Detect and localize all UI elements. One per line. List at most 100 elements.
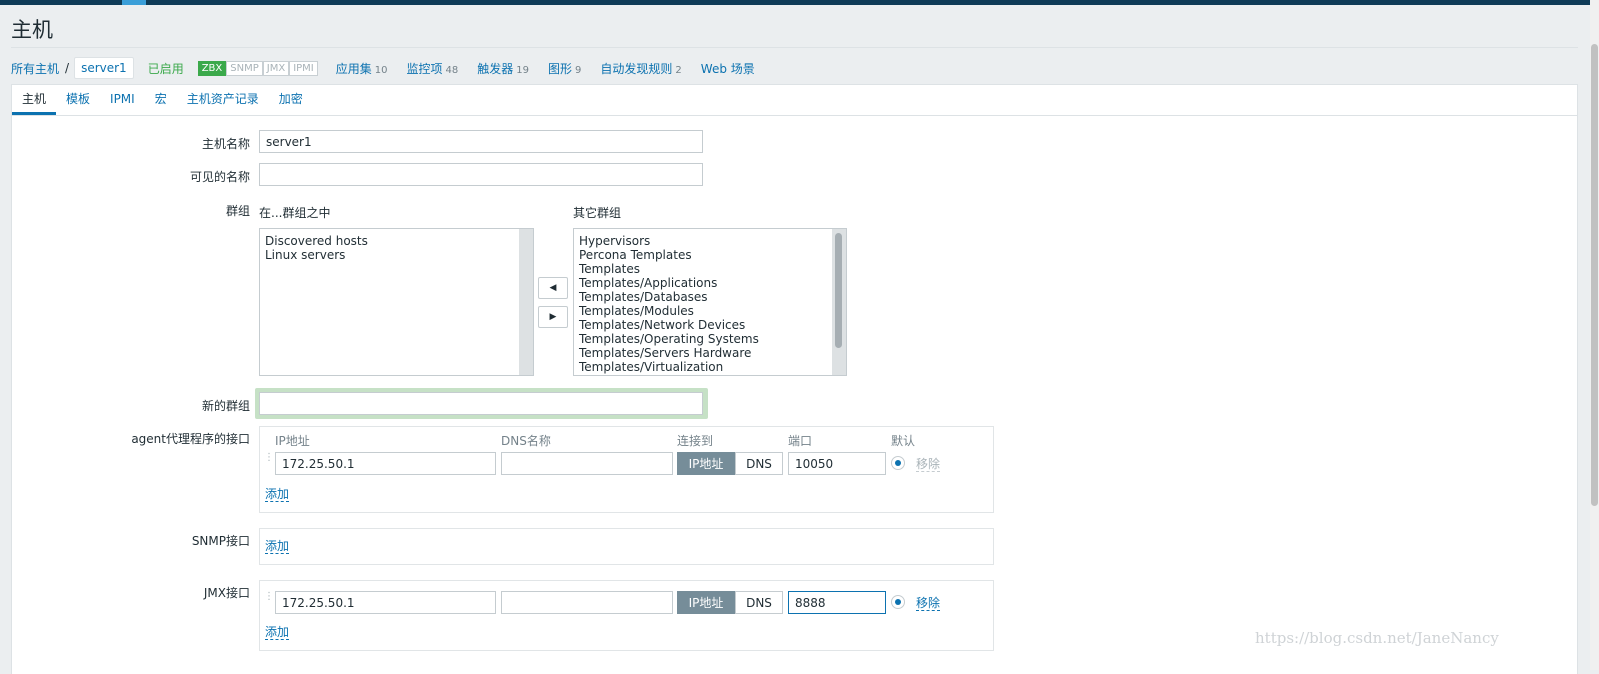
move-to-other-groups-button[interactable]: ▶ bbox=[538, 306, 568, 328]
tab-encryption[interactable]: 加密 bbox=[269, 85, 313, 115]
jmx-remove-link[interactable]: 移除 bbox=[916, 596, 941, 611]
other-groups-option[interactable]: Templates/Databases bbox=[574, 290, 846, 304]
in-groups-scrollbar[interactable] bbox=[519, 229, 533, 375]
title-divider bbox=[11, 47, 1578, 48]
nav-graphs[interactable]: 图形 9 bbox=[548, 60, 581, 77]
new-group-label: 新的群组 bbox=[201, 399, 250, 413]
agent-add-link[interactable]: 添加 bbox=[265, 487, 290, 502]
nav-triggers[interactable]: 触发器 19 bbox=[477, 60, 529, 77]
agent-port-input[interactable] bbox=[788, 452, 886, 475]
other-groups-option[interactable]: Templates/Network Devices bbox=[574, 318, 846, 332]
other-groups-option[interactable]: Templates/Applications bbox=[574, 276, 846, 290]
badge-snmp: SNMP bbox=[226, 60, 263, 76]
availability-badges: ZBX SNMP JMX IPMI bbox=[197, 60, 318, 76]
nav-discovery-rules[interactable]: 自动发现规则 2 bbox=[600, 60, 681, 77]
tab-ipmi[interactable]: IPMI bbox=[100, 85, 145, 115]
move-to-in-groups-button[interactable]: ◀ bbox=[538, 277, 568, 299]
jmx-default-radio[interactable] bbox=[891, 595, 905, 609]
tab-templates[interactable]: 模板 bbox=[56, 85, 100, 115]
jmx-ip-input[interactable] bbox=[275, 591, 496, 614]
nav-items-label: 监控项 bbox=[406, 61, 443, 76]
triangle-left-icon: ◀ bbox=[549, 283, 557, 293]
nav-graphs-label: 图形 bbox=[548, 61, 573, 76]
host-status-enabled[interactable]: 已启用 bbox=[148, 60, 184, 77]
other-groups-option[interactable]: Templates/Modules bbox=[574, 304, 846, 318]
badge-ipmi: IPMI bbox=[289, 60, 318, 76]
jmx-port-input[interactable] bbox=[788, 591, 886, 614]
agent-interfaces-label: agent代理程序的接口 bbox=[131, 432, 250, 446]
other-groups-option[interactable]: Templates/Servers Hardware bbox=[574, 346, 846, 360]
jmx-connect-ip[interactable]: IP地址 bbox=[677, 591, 735, 614]
agent-interfaces-box: IP地址 DNS名称 连接到 端口 默认 ⋮⋮ IP地址 DNS 移除 添加 bbox=[259, 426, 994, 513]
in-groups-option[interactable]: Linux servers bbox=[260, 248, 533, 262]
other-groups-option[interactable]: Virtual machines bbox=[574, 374, 846, 375]
breadcrumb-current-host[interactable]: server1 bbox=[74, 57, 134, 79]
agent-default-radio[interactable] bbox=[891, 456, 905, 470]
nav-applications-count: 10 bbox=[374, 64, 388, 76]
other-groups-scrollbar[interactable] bbox=[832, 229, 846, 375]
nav-web-scenarios[interactable]: Web 场景 bbox=[701, 60, 755, 77]
nav-graphs-count: 9 bbox=[575, 64, 582, 76]
host-navigation: 所有主机 / server1 已启用 ZBX SNMP JMX IPMI 应用集… bbox=[11, 56, 774, 80]
other-groups-option[interactable]: Percona Templates bbox=[574, 248, 846, 262]
agent-connect-dns[interactable]: DNS bbox=[735, 452, 783, 475]
snmp-interfaces-box: 添加 bbox=[259, 528, 994, 565]
col-ip: IP地址 bbox=[275, 434, 310, 448]
nav-web-label: Web 场景 bbox=[700, 61, 755, 76]
other-groups-option[interactable]: Hypervisors bbox=[574, 234, 846, 248]
new-group-input[interactable] bbox=[259, 392, 703, 415]
nav-applications[interactable]: 应用集 10 bbox=[336, 60, 388, 77]
col-default: 默认 bbox=[891, 434, 916, 448]
page-scrollbar[interactable] bbox=[1590, 0, 1599, 670]
other-groups-scroll-thumb[interactable] bbox=[835, 233, 842, 348]
jmx-connect-toggle: IP地址 DNS bbox=[677, 591, 783, 614]
breadcrumb-all-hosts[interactable]: 所有主机 bbox=[11, 60, 59, 77]
nav-triggers-label: 触发器 bbox=[477, 61, 514, 76]
form-tabs: 主机 模板 IPMI 宏 主机资产记录 加密 bbox=[12, 85, 1577, 116]
visible-name-label: 可见的名称 bbox=[189, 170, 250, 184]
top-header-bar bbox=[0, 0, 1590, 5]
agent-ip-input[interactable] bbox=[275, 452, 496, 475]
other-groups-option[interactable]: Templates/Virtualization bbox=[574, 360, 846, 374]
in-groups-options: Discovered hosts Linux servers bbox=[260, 229, 533, 262]
jmx-interfaces-label: JMX接口 bbox=[203, 586, 250, 600]
drag-handle-icon[interactable]: ⋮⋮ bbox=[264, 453, 283, 471]
snmp-add-link[interactable]: 添加 bbox=[265, 539, 290, 554]
page-scroll-thumb[interactable] bbox=[1591, 44, 1598, 506]
jmx-connect-dns[interactable]: DNS bbox=[735, 591, 783, 614]
jmx-dns-input[interactable] bbox=[501, 591, 673, 614]
other-groups-option[interactable]: Templates/Operating Systems bbox=[574, 332, 846, 346]
badge-zbx: ZBX bbox=[197, 60, 227, 76]
nav-items[interactable]: 监控项 48 bbox=[407, 60, 459, 77]
host-form-panel: 主机 模板 IPMI 宏 主机资产记录 加密 主机名称 可见的名称 群组 在..… bbox=[11, 84, 1578, 674]
col-dns: DNS名称 bbox=[501, 434, 551, 448]
nav-discovery-count: 2 bbox=[675, 64, 682, 76]
agent-dns-input[interactable] bbox=[501, 452, 673, 475]
breadcrumb-separator: / bbox=[65, 61, 70, 75]
snmp-interfaces-label: SNMP接口 bbox=[191, 534, 250, 548]
other-groups-option[interactable]: Templates bbox=[574, 262, 846, 276]
jmx-add-link[interactable]: 添加 bbox=[265, 625, 290, 640]
other-groups-listbox[interactable]: Hypervisors Percona Templates Templates Tem… bbox=[573, 228, 847, 376]
in-groups-listbox[interactable]: Discovered hosts Linux servers bbox=[259, 228, 534, 376]
agent-connect-ip[interactable]: IP地址 bbox=[677, 452, 735, 475]
watermark-text: https://blog.csdn.net/JaneNancy bbox=[1255, 629, 1499, 647]
tab-host[interactable]: 主机 bbox=[12, 85, 57, 115]
tab-inventory[interactable]: 主机资产记录 bbox=[177, 85, 269, 115]
badge-jmx: JMX bbox=[262, 60, 290, 76]
host-name-input[interactable] bbox=[259, 130, 703, 153]
nav-discovery-label: 自动发现规则 bbox=[600, 61, 673, 76]
other-groups-options: Hypervisors Percona Templates Templates Tem… bbox=[574, 229, 846, 375]
groups-label: 群组 bbox=[225, 204, 250, 218]
in-groups-option[interactable]: Discovered hosts bbox=[260, 234, 533, 248]
in-groups-heading: 在...群组之中 bbox=[259, 206, 331, 220]
visible-name-input[interactable] bbox=[259, 163, 703, 186]
col-connect: 连接到 bbox=[677, 434, 714, 448]
nav-applications-label: 应用集 bbox=[335, 61, 372, 76]
header-active-indicator bbox=[122, 0, 146, 5]
tab-macros[interactable]: 宏 bbox=[145, 85, 177, 115]
other-groups-heading: 其它群组 bbox=[573, 206, 622, 220]
agent-remove-link[interactable]: 移除 bbox=[916, 457, 941, 472]
triangle-right-icon: ▶ bbox=[549, 312, 557, 322]
drag-handle-icon[interactable]: ⋮⋮ bbox=[264, 592, 283, 610]
